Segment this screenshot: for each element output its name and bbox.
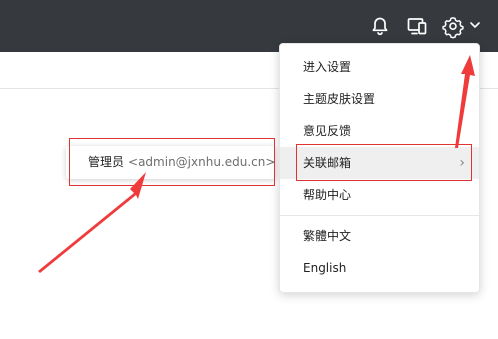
menu-item-traditional-chinese[interactable]: 繁體中文: [280, 220, 479, 252]
account-name: 管理员: [88, 155, 125, 169]
linked-email-popover: 管理员 <admin@jxnhu.edu.cn>: [66, 146, 275, 179]
account-email: <admin@jxnhu.edu.cn>: [128, 155, 276, 169]
annotation-arrow-to-email: [38, 172, 146, 273]
gear-icon[interactable]: [440, 13, 466, 39]
settings-dropdown-menu: 进入设置 主题皮肤设置 意见反馈 关联邮箱 › 帮助中心 繁體中文 Englis…: [279, 43, 480, 293]
menu-item-english[interactable]: English: [280, 252, 479, 284]
menu-divider: [280, 215, 479, 216]
menu-item-feedback[interactable]: 意见反馈: [280, 115, 479, 147]
chevron-right-icon: ›: [459, 155, 465, 171]
menu-item-label: 关联邮箱: [303, 156, 352, 170]
menu-item-enter-settings[interactable]: 进入设置: [280, 51, 479, 83]
chevron-down-icon[interactable]: [464, 14, 486, 36]
menu-item-label: 主题皮肤设置: [303, 92, 376, 106]
menu-item-label: 进入设置: [303, 60, 352, 74]
menu-item-linked-email[interactable]: 关联邮箱 ›: [280, 147, 479, 179]
menu-item-theme-skin[interactable]: 主题皮肤设置: [280, 83, 479, 115]
menu-item-label: 繁體中文: [303, 229, 352, 243]
menu-item-help-center[interactable]: 帮助中心: [280, 179, 479, 211]
menu-item-label: 帮助中心: [303, 188, 352, 202]
menu-item-label: 意见反馈: [303, 124, 352, 138]
menu-item-label: English: [303, 261, 347, 275]
bell-icon[interactable]: [367, 13, 393, 39]
devices-icon[interactable]: [404, 13, 430, 39]
linked-email-entry[interactable]: 管理员 <admin@jxnhu.edu.cn>: [88, 146, 275, 179]
